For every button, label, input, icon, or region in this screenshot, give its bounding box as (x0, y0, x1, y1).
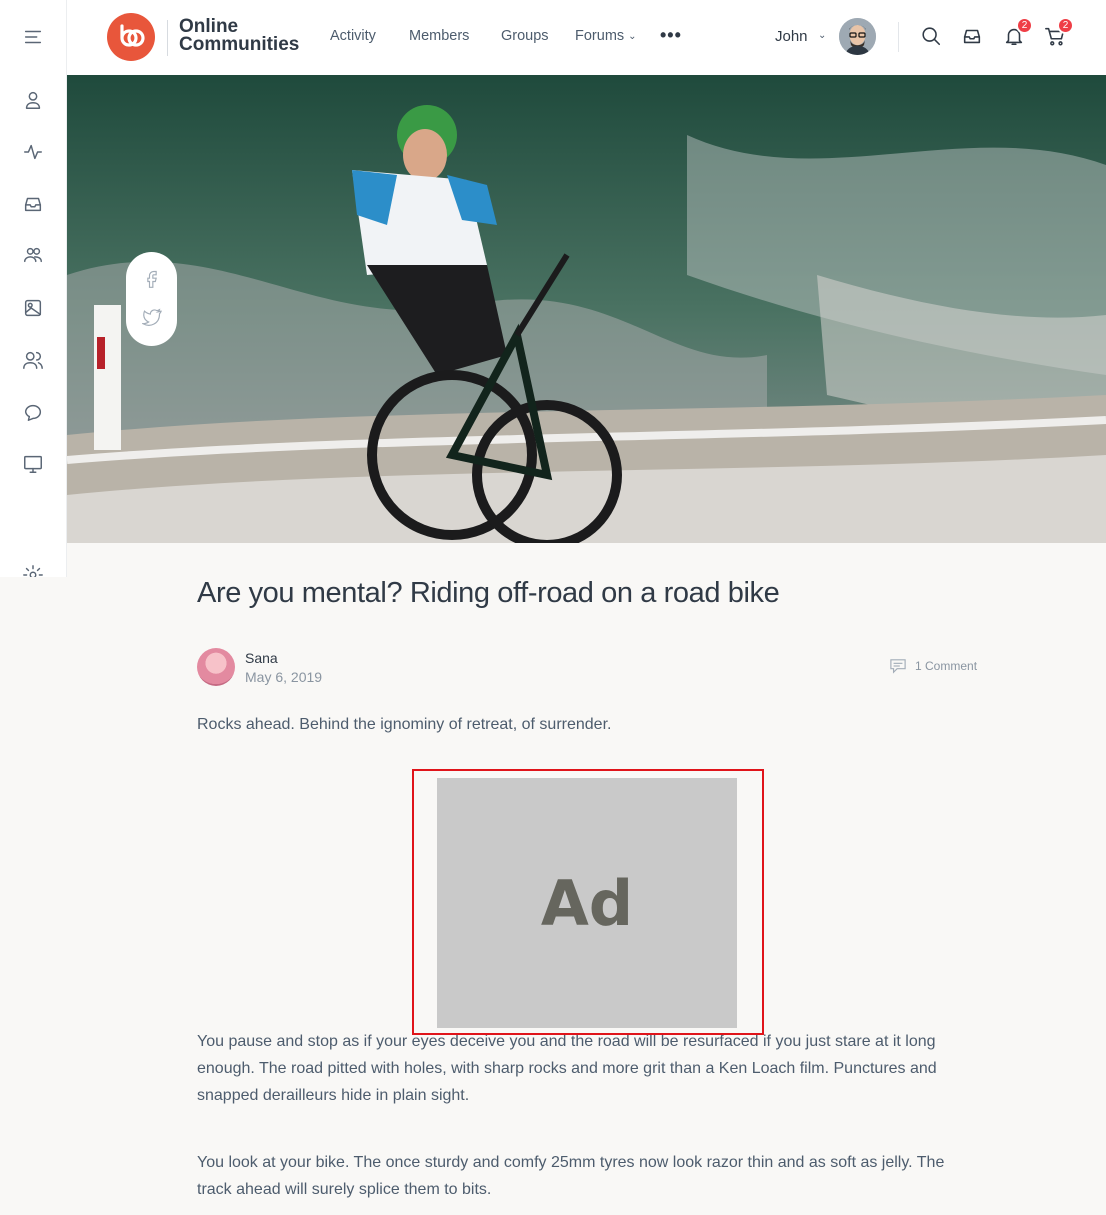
top-header: Online Communities Activity Members Grou… (67, 0, 1106, 75)
comments-link[interactable]: 1 Comment (889, 658, 977, 674)
comments-count: 1 Comment (915, 659, 978, 673)
user-name[interactable]: John (775, 28, 808, 45)
cart-badge: 2 (1057, 17, 1074, 34)
more-dots-icon[interactable]: ••• (660, 26, 682, 44)
inbox-icon[interactable] (20, 191, 46, 217)
courses-icon[interactable] (20, 451, 46, 477)
avatar[interactable] (839, 18, 876, 55)
cart-icon[interactable]: 2 (1044, 17, 1074, 49)
post-date: May 6, 2019 (245, 669, 323, 685)
logo-divider (167, 20, 168, 56)
cyclist-photo (67, 75, 1106, 543)
brand-logo-icon[interactable] (107, 13, 155, 61)
featured-image (67, 75, 1106, 543)
header-divider (898, 22, 899, 52)
left-sidebar (0, 0, 67, 577)
members-icon[interactable] (20, 347, 46, 373)
nav-activity[interactable]: Activity (330, 28, 376, 44)
brand-line2: Communities (179, 34, 300, 55)
author-avatar[interactable] (197, 648, 235, 686)
search-icon[interactable] (920, 25, 944, 49)
messages-inbox-icon[interactable] (961, 25, 985, 49)
brand-name[interactable]: Online Communities (179, 17, 300, 55)
article-paragraph: You look at your bike. The once sturdy a… (197, 1154, 945, 1198)
settings-icon[interactable] (20, 564, 46, 577)
twitter-share-icon[interactable] (139, 304, 164, 329)
groups-icon[interactable] (20, 242, 46, 268)
article-title: Are you mental? Riding off-road on a roa… (197, 577, 780, 609)
notifications-bell-icon[interactable]: 2 (1003, 17, 1033, 49)
author-name[interactable]: Sana (245, 650, 278, 666)
article-paragraph: Rocks ahead. Behind the ignominy of retr… (197, 716, 612, 733)
user-chevron-down-icon[interactable]: ⌄ (818, 30, 826, 41)
activity-icon[interactable] (20, 139, 46, 165)
nav-members[interactable]: Members (409, 28, 469, 44)
comment-icon (890, 659, 906, 674)
photos-icon[interactable] (20, 295, 46, 321)
nav-forums[interactable]: Forums ⌄ (575, 28, 637, 44)
article-paragraph: You pause and stop as if your eyes decei… (197, 1033, 937, 1104)
nav-forums-label: Forums (575, 28, 625, 44)
chevron-down-icon: ⌄ (628, 31, 637, 42)
facebook-share-icon[interactable] (139, 266, 164, 291)
profile-icon[interactable] (20, 87, 46, 113)
nav-groups[interactable]: Groups (501, 28, 549, 44)
share-buttons (126, 252, 177, 346)
menu-icon[interactable] (20, 24, 46, 50)
forums-icon[interactable] (20, 399, 46, 425)
notification-badge: 2 (1016, 17, 1033, 34)
ad-highlight-frame (412, 769, 764, 1035)
